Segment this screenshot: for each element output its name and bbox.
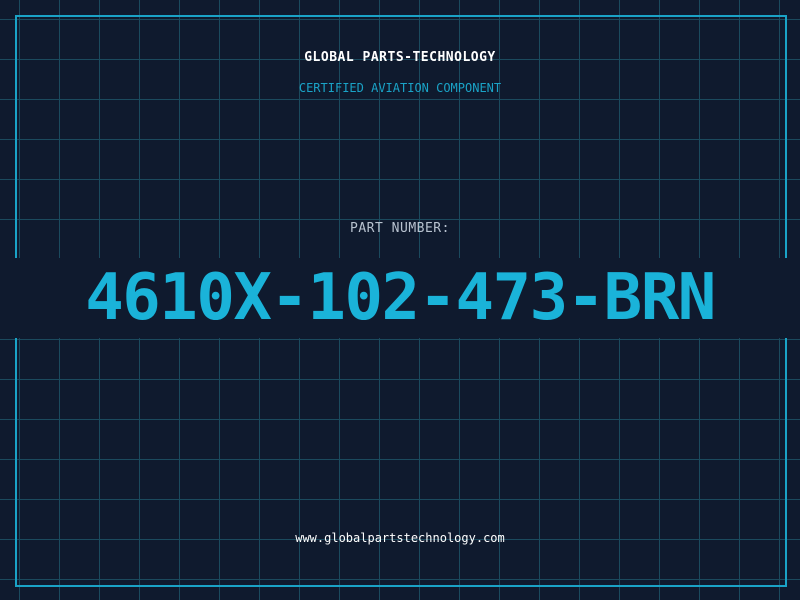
part-label-card: GLOBAL PARTS-TECHNOLOGY CERTIFIED AVIATI…: [0, 0, 800, 600]
part-number-label: PART NUMBER:: [350, 221, 450, 236]
brand-title: GLOBAL PARTS-TECHNOLOGY: [304, 50, 496, 65]
website-url: www.globalpartstechnology.com: [295, 531, 505, 545]
certification-subtitle: CERTIFIED AVIATION COMPONENT: [298, 81, 502, 95]
part-number-value: 4610X-102-473-BRN: [85, 261, 716, 335]
